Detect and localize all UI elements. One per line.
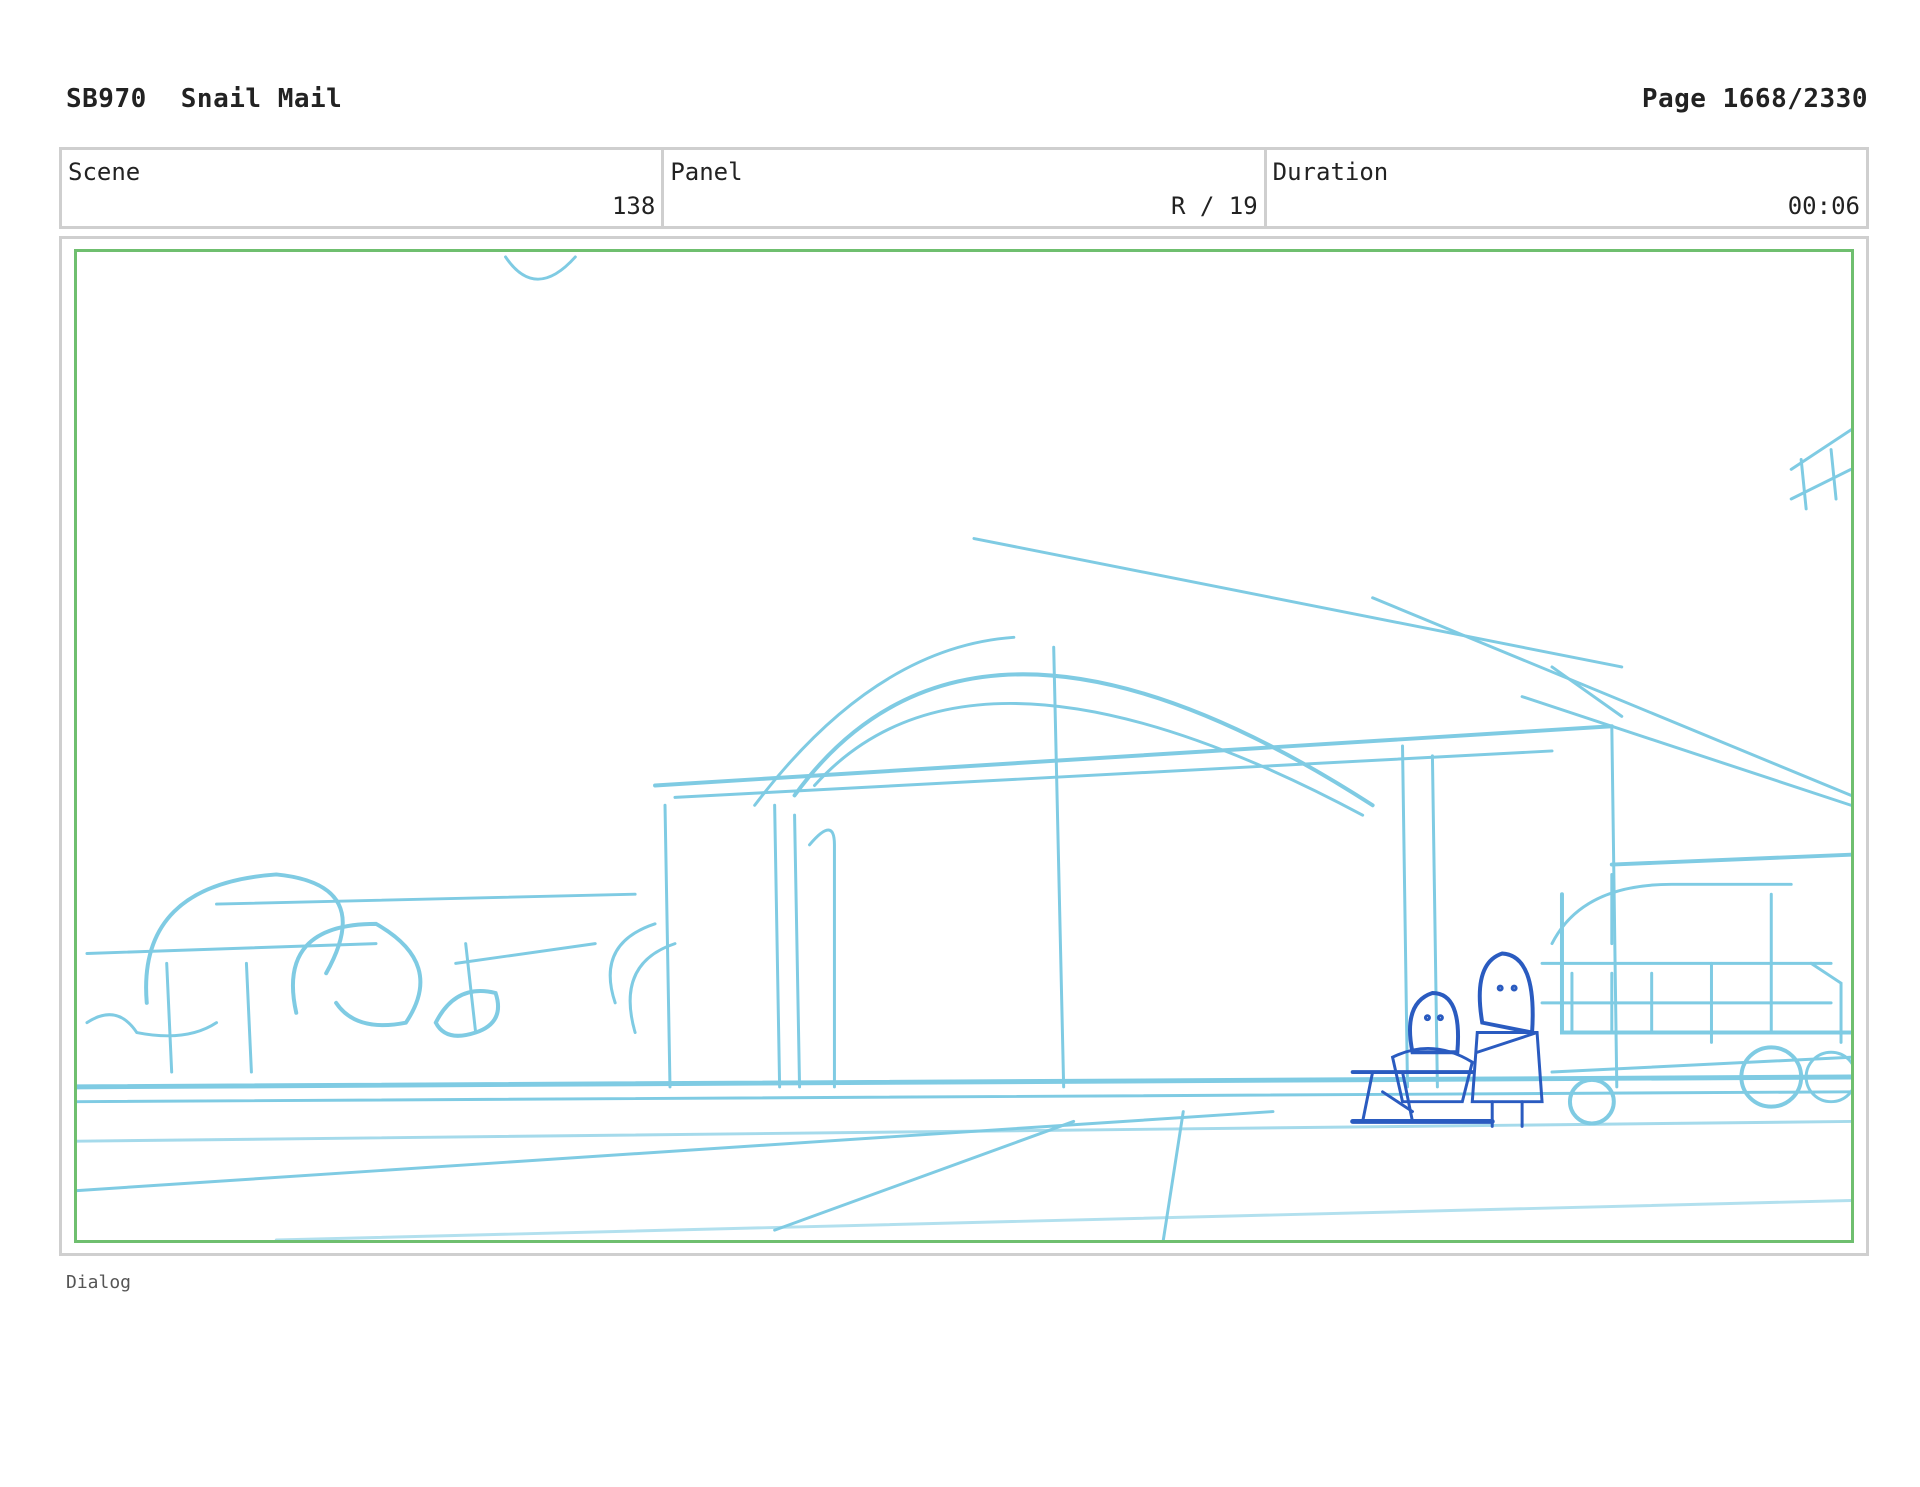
- panel-cell: Panel R / 19: [664, 150, 1267, 226]
- character-sketches: [1350, 951, 1544, 1128]
- duration-value: 00:06: [1787, 192, 1860, 220]
- duration-cell: Duration 00:06: [1267, 150, 1866, 226]
- page-counter: Page 1668/2330: [1641, 84, 1868, 114]
- panel-value: R / 19: [1170, 192, 1258, 220]
- storyboard-header: SB970 Snail Mail: [66, 84, 342, 114]
- panel-info-row: Scene 138 Panel R / 19 Duration 00:06: [59, 147, 1869, 229]
- scene-value: 138: [611, 192, 656, 220]
- duration-label: Duration: [1272, 158, 1389, 186]
- storyboard-panel-frame: [59, 236, 1869, 1256]
- background-sketch-lines: [77, 255, 1851, 1240]
- production-code: SB970: [66, 84, 147, 114]
- panel-image-area: [74, 249, 1854, 1243]
- panel-sketch: [77, 255, 1851, 1240]
- panel-label: Panel: [670, 158, 743, 186]
- scene-label: Scene: [68, 158, 141, 186]
- dialog-label: Dialog: [66, 1272, 132, 1293]
- scene-cell: Scene 138: [62, 150, 665, 226]
- episode-title: Snail Mail: [180, 84, 343, 114]
